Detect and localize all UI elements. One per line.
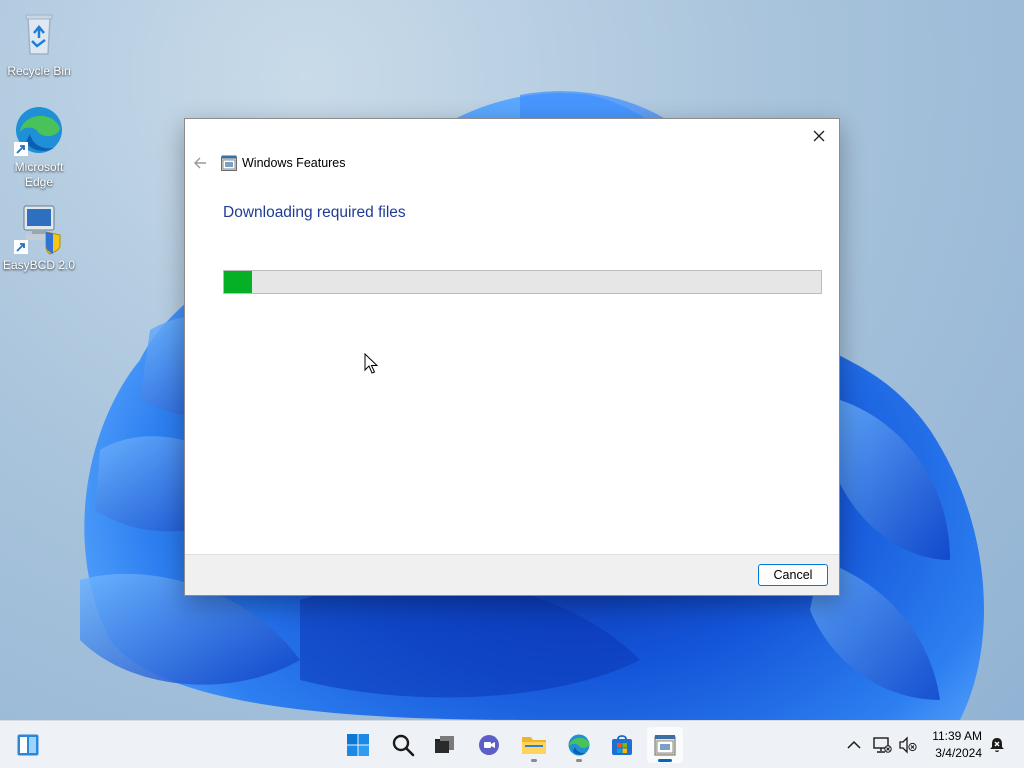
- clock-date: 3/4/2024: [935, 746, 982, 760]
- edge-icon: [14, 107, 62, 156]
- desktop-icon-label: EasyBCD 2.0: [2, 258, 76, 272]
- volume-muted-icon: [899, 736, 917, 754]
- taskbar-search-button[interactable]: [385, 727, 421, 763]
- edge-icon: [568, 734, 590, 756]
- search-icon: [392, 734, 415, 757]
- notification-bell-icon: [990, 738, 1004, 752]
- running-indicator: [576, 759, 582, 762]
- taskbar-widgets-button[interactable]: [10, 727, 46, 763]
- tray-volume-button[interactable]: [897, 734, 919, 756]
- windows-features-icon: [654, 735, 676, 756]
- mouse-pointer-icon: [364, 353, 378, 374]
- close-button[interactable]: [805, 123, 833, 149]
- tray-overflow-button[interactable]: [843, 734, 865, 756]
- desktop-icon-label: Microsoft Edge: [14, 160, 64, 189]
- progress-bar-fill: [224, 271, 253, 293]
- taskbar-windows-features-button[interactable]: [647, 727, 683, 763]
- desktop-icon-easybcd[interactable]: EasyBCD 2.0: [0, 202, 78, 273]
- tray-network-button[interactable]: [871, 734, 893, 756]
- task-view-icon: [435, 736, 454, 753]
- taskbar-task-view-button[interactable]: [426, 727, 462, 763]
- active-indicator: [658, 759, 672, 762]
- desktop-icon-recycle-bin[interactable]: Recycle Bin: [0, 8, 78, 79]
- back-button[interactable]: [191, 154, 209, 172]
- widgets-icon: [17, 734, 39, 756]
- taskbar-chat-button[interactable]: [471, 727, 507, 763]
- recycle-bin-icon: [25, 14, 53, 55]
- network-icon: [873, 737, 892, 753]
- taskbar-store-button[interactable]: [604, 727, 640, 763]
- taskbar-start-button[interactable]: [340, 727, 376, 763]
- windows-features-icon: [221, 155, 237, 171]
- folder-icon: [522, 737, 546, 754]
- desktop-icon-microsoft-edge[interactable]: Microsoft Edge: [0, 104, 78, 190]
- desktop-icon-label: Recycle Bin: [7, 64, 71, 78]
- windows-start-icon: [347, 734, 369, 756]
- taskbar: 11:39 AM 3/4/2024: [0, 720, 1024, 768]
- clock-time: 11:39 AM: [932, 729, 982, 743]
- taskbar-edge-button[interactable]: [561, 727, 597, 763]
- status-heading: Downloading required files: [223, 204, 406, 221]
- notifications-button[interactable]: [986, 734, 1008, 756]
- chevron-up-icon: [847, 740, 861, 749]
- taskbar-file-explorer-button[interactable]: [516, 727, 552, 763]
- dialog-title: Windows Features: [242, 156, 346, 170]
- back-arrow-icon: [194, 157, 206, 169]
- chat-icon: [479, 735, 499, 755]
- close-icon: [813, 130, 825, 142]
- download-progress-bar: [223, 270, 822, 294]
- store-icon: [612, 735, 632, 755]
- taskbar-clock[interactable]: 11:39 AM 3/4/2024: [932, 728, 982, 762]
- cancel-button[interactable]: Cancel: [758, 564, 828, 586]
- dialog-footer: Cancel: [185, 554, 839, 595]
- running-indicator: [531, 759, 537, 762]
- windows-features-dialog: Windows Features Downloading required fi…: [184, 118, 840, 596]
- easybcd-icon: [14, 205, 61, 255]
